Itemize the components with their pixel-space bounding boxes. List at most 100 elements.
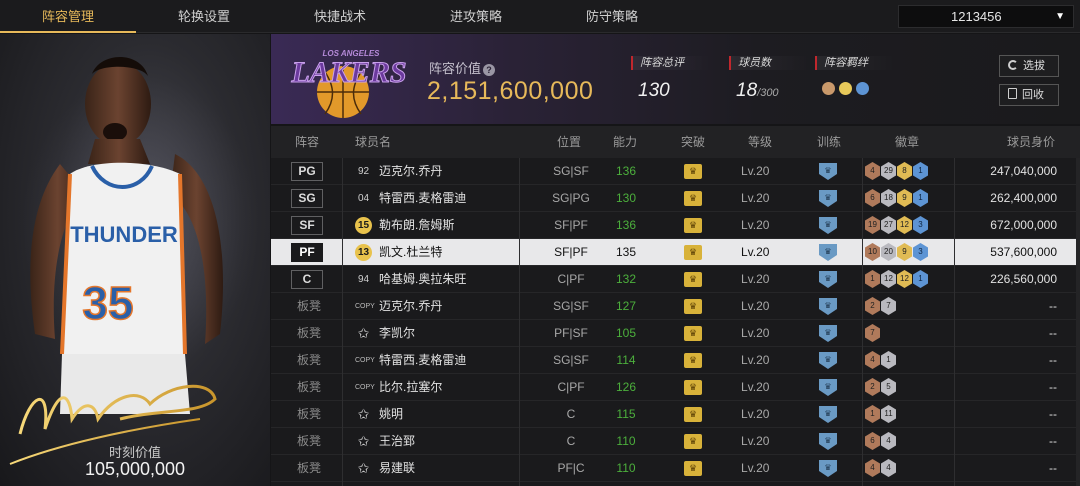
table-row[interactable]: PG 92 迈克尔.乔丹 SG|SF 136 ♛ Lv.20 ♛ 4 29 8 1 247,040,00…: [271, 158, 1080, 185]
crown-icon[interactable]: ♛: [684, 326, 702, 341]
account-select[interactable]: 1213456 ▼: [898, 5, 1074, 28]
crown-icon[interactable]: ♛: [684, 380, 702, 395]
crown-icon[interactable]: ♛: [684, 407, 702, 422]
player-rating: 136: [615, 218, 637, 232]
player-value: --: [1049, 461, 1057, 475]
position-slot[interactable]: PF: [291, 243, 323, 262]
position-slot[interactable]: SF: [291, 216, 323, 235]
position-slot[interactable]: SG: [291, 189, 323, 208]
crown-icon[interactable]: ♛: [684, 218, 702, 233]
player-value: 262,400,000: [990, 191, 1057, 205]
badge-blue-icon: 1: [913, 162, 928, 180]
player-level: Lv.20: [741, 434, 770, 448]
col-level[interactable]: 等级: [748, 126, 772, 158]
badge-group[interactable]: 1 12 12 1: [865, 270, 929, 289]
player-number-badge: COPY: [355, 357, 375, 364]
crown-icon[interactable]: ♛: [684, 245, 702, 260]
badge-group[interactable]: 27: [865, 297, 897, 316]
col-badges[interactable]: 徽章: [895, 126, 919, 158]
chemistry-bronze-icon[interactable]: [822, 82, 835, 95]
training-shield-icon[interactable]: ♛: [819, 271, 837, 288]
table-row[interactable]: 板凳 ✩ 易建联 PF|C 110 ♛ Lv.20 ♛ 4 4 --: [271, 455, 1080, 482]
badge-silver-icon: 1: [881, 351, 896, 369]
table-row[interactable]: SG 04 特雷西.麦格雷迪 SG|PG 130 ♛ Lv.20 ♛ 6 18 9 1 262,400,…: [271, 185, 1080, 212]
col-training[interactable]: 训练: [817, 126, 841, 158]
table-scrollbar[interactable]: [1076, 158, 1080, 486]
badge-group[interactable]: 6 18 9 1: [865, 189, 929, 208]
badge-gold-icon: 9: [897, 189, 912, 207]
col-rating[interactable]: 能力: [613, 126, 637, 158]
table-row[interactable]: 板凳 COPY 迈克尔.乔丹 SG|SF 127 ♛ Lv.20 ♛ 2 7 --: [271, 293, 1080, 320]
badge-silver-icon: 29: [881, 162, 896, 180]
select-button[interactable]: 选拔: [999, 55, 1059, 77]
col-position[interactable]: 位置: [557, 126, 581, 158]
training-shield-icon[interactable]: ♛: [819, 433, 837, 450]
training-shield-icon[interactable]: ♛: [819, 163, 837, 180]
col-value[interactable]: 球员身价: [1007, 126, 1055, 158]
badge-silver-icon: 5: [881, 378, 896, 396]
badge-group[interactable]: 25: [865, 378, 897, 397]
training-shield-icon[interactable]: ♛: [819, 244, 837, 261]
chemistry-blue-icon[interactable]: [856, 82, 869, 95]
position-slot[interactable]: C: [291, 270, 323, 289]
table-row[interactable]: 板凳 ✩ 李凯尔 PF|SF 105 ♛ Lv.20 ♛ 7 --: [271, 320, 1080, 347]
training-shield-icon[interactable]: ♛: [819, 352, 837, 369]
crown-icon[interactable]: ♛: [684, 434, 702, 449]
badge-blue-icon: 3: [913, 243, 928, 261]
table-row[interactable]: 板凳 COPY 比尔.拉塞尔 C|PF 126 ♛ Lv.20 ♛ 2 5 --: [271, 374, 1080, 401]
training-shield-icon[interactable]: ♛: [819, 406, 837, 423]
table-row[interactable]: PF 13 凯文.杜兰特 SF|PF 135 ♛ Lv.20 ♛ 10 20 9 3 537,600,0…: [271, 239, 1080, 266]
table-row[interactable]: 板凳 ✩ 王治郅 C 110 ♛ Lv.20 ♛ 6 4 --: [271, 428, 1080, 455]
badge-group[interactable]: 41: [865, 351, 897, 370]
training-shield-icon[interactable]: ♛: [819, 217, 837, 234]
badge-group[interactable]: 10 20 9 3: [865, 243, 929, 262]
player-card[interactable]: THUNDER 35 时刻价值 105,000,000: [0, 34, 270, 486]
help-icon[interactable]: ?: [483, 64, 496, 76]
player-name: 特雷西.麦格雷迪: [379, 191, 467, 205]
recycle-button[interactable]: 回收: [999, 84, 1059, 106]
col-name[interactable]: 球员名: [355, 126, 391, 158]
player-rating: 136: [615, 164, 637, 178]
badge-gold-icon: 12: [897, 216, 912, 234]
training-shield-icon[interactable]: ♛: [819, 190, 837, 207]
crown-icon[interactable]: ♛: [684, 272, 702, 287]
badge-group[interactable]: 7: [865, 324, 881, 343]
training-shield-icon[interactable]: ♛: [819, 325, 837, 342]
col-breakthrough[interactable]: 突破: [681, 126, 705, 158]
tab-rotation[interactable]: 轮换设置: [136, 0, 272, 33]
team-header: LOS ANGELES LAKERS 阵容价值? 2,151,600,000 阵…: [271, 34, 1080, 124]
player-name: 迈克尔.乔丹: [379, 299, 443, 313]
table-row[interactable]: SF 15 勒布朗.詹姆斯 SF|PF 136 ♛ Lv.20 ♛ 19 27 12 3 672,000…: [271, 212, 1080, 239]
player-position: SG|SF: [553, 164, 589, 178]
training-shield-icon[interactable]: ♛: [819, 298, 837, 315]
crown-icon[interactable]: ♛: [684, 299, 702, 314]
player-level: Lv.20: [741, 407, 770, 421]
position-slot[interactable]: PG: [291, 162, 323, 181]
badge-group[interactable]: 64: [865, 432, 897, 451]
table-row[interactable]: 板凳 ✩ 姚明 C 115 ♛ Lv.20 ♛ 1 11 --: [271, 401, 1080, 428]
lineup-value-label: 阵容价值?: [429, 58, 496, 77]
player-number-badge: 92: [357, 166, 370, 177]
tab-defense[interactable]: 防守策略: [544, 0, 680, 33]
player-name: 哈基姆.奥拉朱旺: [379, 272, 467, 286]
badge-group[interactable]: 19 27 12 3: [865, 216, 929, 235]
table-row[interactable]: 板凳 COPY 特雷西.麦格雷迪 SG|SF 114 ♛ Lv.20 ♛ 4 1 --: [271, 347, 1080, 374]
crown-icon[interactable]: ♛: [684, 191, 702, 206]
badge-group[interactable]: 44: [865, 459, 897, 478]
badge-group[interactable]: 1 11: [865, 405, 897, 424]
badge-blue-icon: 1: [913, 270, 928, 288]
tab-lineup[interactable]: 阵容管理: [0, 0, 136, 33]
tab-offense[interactable]: 进攻策略: [408, 0, 544, 33]
player-position: C|PF: [557, 272, 585, 286]
training-shield-icon[interactable]: ♛: [819, 460, 837, 477]
roster-table: 阵容 球员名 位置 能力 突破 等级 训练 徽章 球员身价 PG 92 迈克尔.乔丹…: [271, 126, 1080, 486]
chemistry-gold-icon[interactable]: [839, 82, 852, 95]
crown-icon[interactable]: ♛: [684, 461, 702, 476]
tab-quick-tactics[interactable]: 快捷战术: [272, 0, 408, 33]
crown-icon[interactable]: ♛: [684, 353, 702, 368]
col-slot[interactable]: 阵容: [295, 126, 319, 158]
table-row[interactable]: C 94 哈基姆.奥拉朱旺 C|PF 132 ♛ Lv.20 ♛ 1 12 12 1 226,560,0…: [271, 266, 1080, 293]
crown-icon[interactable]: ♛: [684, 164, 702, 179]
badge-group[interactable]: 4 29 8 1: [865, 162, 929, 181]
training-shield-icon[interactable]: ♛: [819, 379, 837, 396]
